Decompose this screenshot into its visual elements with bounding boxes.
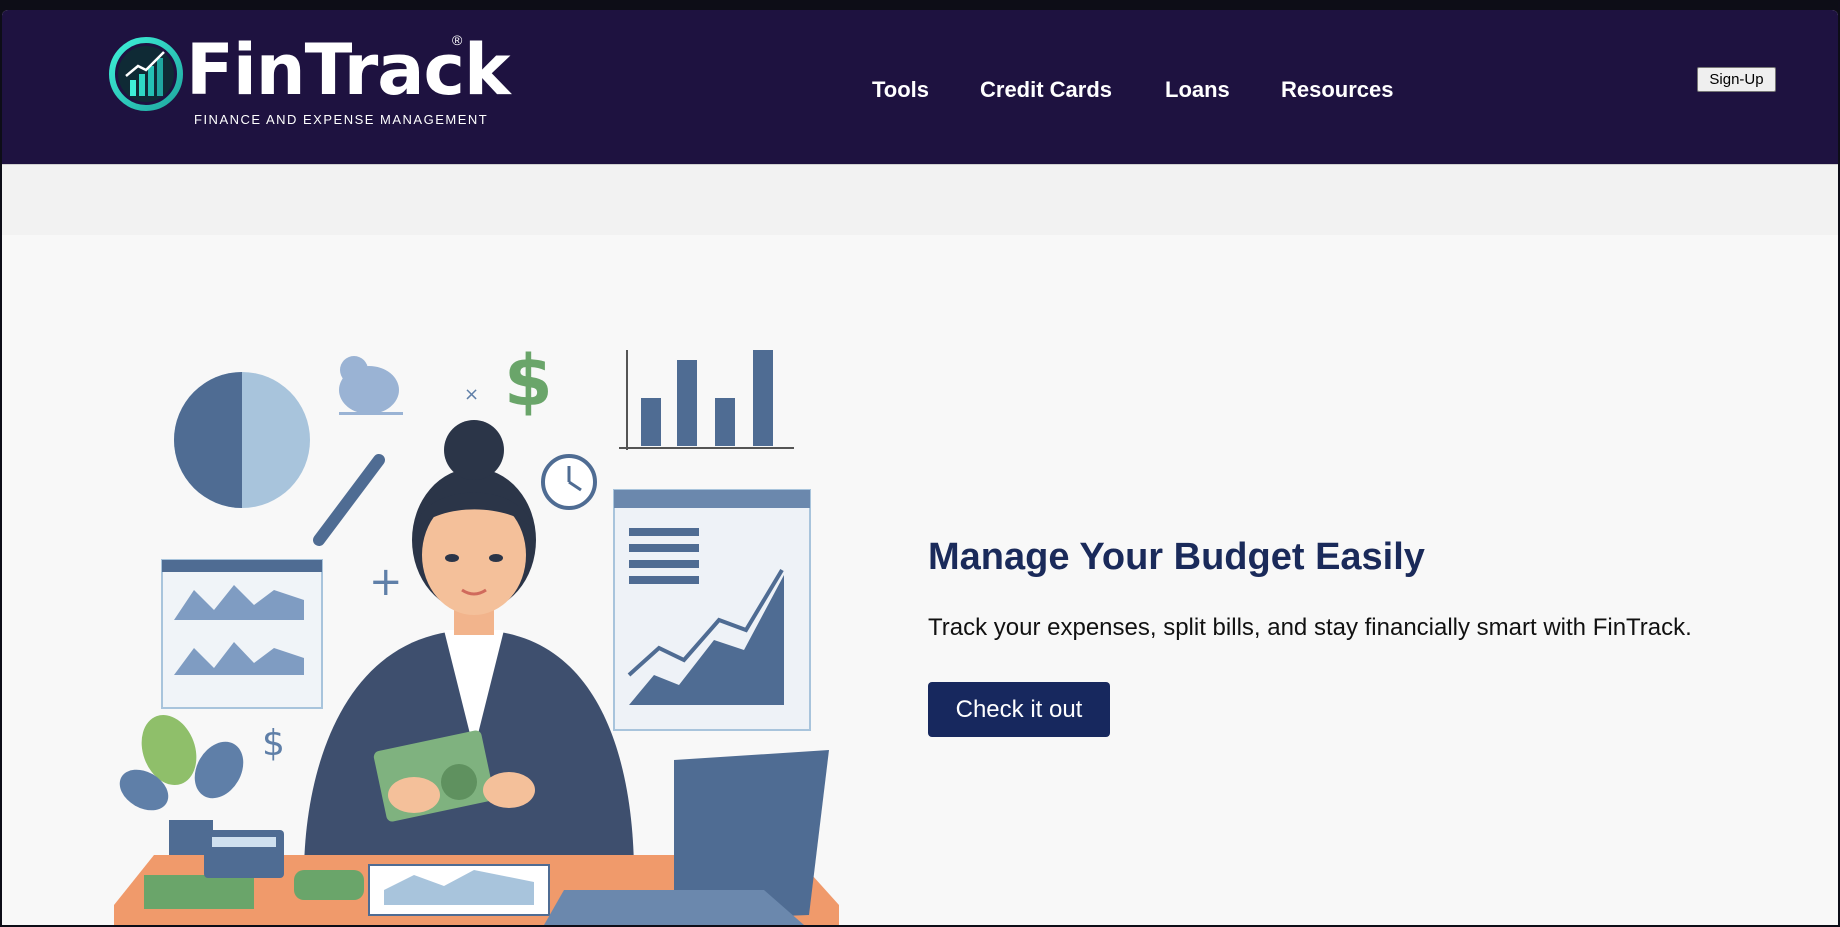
svg-text:+: + bbox=[369, 559, 403, 605]
nav-link-credit-cards[interactable]: Credit Cards bbox=[980, 70, 1112, 110]
svg-text:$: $ bbox=[262, 723, 285, 764]
check-it-out-button[interactable]: Check it out bbox=[928, 682, 1110, 737]
piggy-bank-graphic bbox=[339, 356, 403, 415]
hero-title: Manage Your Budget Easily bbox=[928, 536, 1425, 578]
nav-link-resources[interactable]: Resources bbox=[1281, 70, 1394, 110]
nav-link-loans[interactable]: Loans bbox=[1165, 70, 1230, 110]
pie-chart-graphic bbox=[174, 372, 310, 508]
top-navbar: FinTrack ® FINANCE AND EXPENSE MANAGEMEN… bbox=[2, 10, 1838, 165]
signup-button[interactable]: Sign-Up bbox=[1697, 67, 1776, 92]
svg-text:×: × bbox=[464, 384, 479, 405]
trademark-mark: ® bbox=[452, 32, 463, 48]
brand-tagline: FINANCE AND EXPENSE MANAGEMENT bbox=[194, 112, 489, 127]
spacer-band bbox=[2, 165, 1838, 235]
pen-graphic bbox=[313, 454, 385, 546]
bar-chart-graphic bbox=[619, 350, 794, 450]
browser-viewport: FinTrack ® FINANCE AND EXPENSE MANAGEMEN… bbox=[2, 10, 1838, 925]
dashboard-card-right bbox=[613, 489, 811, 731]
clock-graphic bbox=[541, 454, 597, 510]
nav-link-tools[interactable]: Tools bbox=[872, 70, 929, 110]
hero-subtitle: Track your expenses, split bills, and st… bbox=[928, 614, 1692, 641]
main-nav: Tools Credit Cards Loans Resources bbox=[2, 70, 1838, 110]
hero-illustration: $ + × $ bbox=[114, 340, 839, 925]
dashboard-card-left bbox=[161, 559, 323, 709]
dollar-sign-graphic: $ bbox=[504, 340, 553, 422]
